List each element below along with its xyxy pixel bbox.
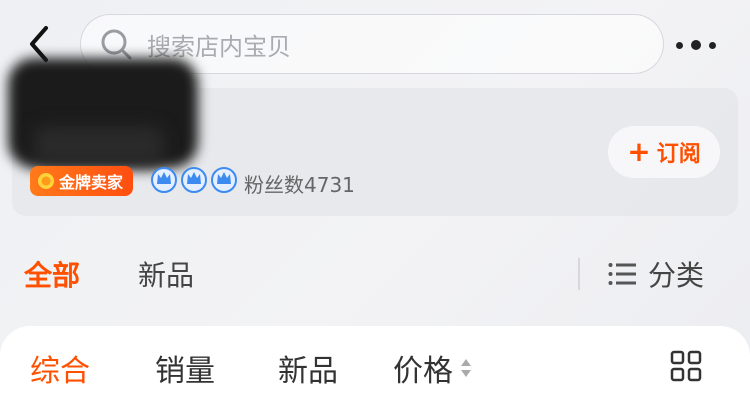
badge-label: 金牌卖家 [59, 173, 124, 192]
tab-new-items[interactable]: 新品 [138, 254, 194, 294]
category-label: 分类 [648, 259, 705, 292]
divider [578, 258, 580, 290]
shop-name [34, 126, 164, 166]
search-icon [101, 29, 132, 60]
shop-card: 金牌卖家 粉丝数4731 + 订阅 [8, 58, 738, 216]
subscribe-button[interactable]: + 订阅 [608, 126, 720, 178]
shop-nav-tabs: 全部 新品 分类 [0, 246, 750, 302]
category-button[interactable]: 分类 [608, 254, 704, 294]
menu-list-icon [608, 263, 636, 285]
crown-icon [151, 167, 177, 193]
subscribe-label: 订阅 [656, 142, 701, 167]
search-placeholder: 搜索店内宝贝 [147, 32, 291, 61]
crown-icon [211, 167, 237, 193]
gold-seller-badge: 金牌卖家 [30, 166, 134, 196]
medal-icon [38, 173, 54, 189]
more-dots-icon[interactable] [676, 30, 716, 60]
sort-comprehensive[interactable]: 综合 [30, 346, 90, 390]
grid-view-button[interactable] [670, 350, 702, 382]
shop-rating-crowns [150, 164, 240, 194]
sort-arrows-icon [461, 359, 471, 377]
sort-new[interactable]: 新品 [278, 346, 338, 390]
crown-icon [181, 167, 207, 193]
sort-price-label: 价格 [393, 354, 453, 389]
tab-all[interactable]: 全部 [24, 254, 80, 294]
plus-icon: + [627, 135, 651, 168]
sort-bar: 综合 销量 新品 价格 [0, 326, 750, 401]
grid-view-icon [670, 350, 702, 382]
sort-price[interactable]: 价格 [393, 346, 473, 390]
fans-count: 粉丝数4731 [244, 173, 355, 197]
sort-sales[interactable]: 销量 [155, 346, 215, 390]
